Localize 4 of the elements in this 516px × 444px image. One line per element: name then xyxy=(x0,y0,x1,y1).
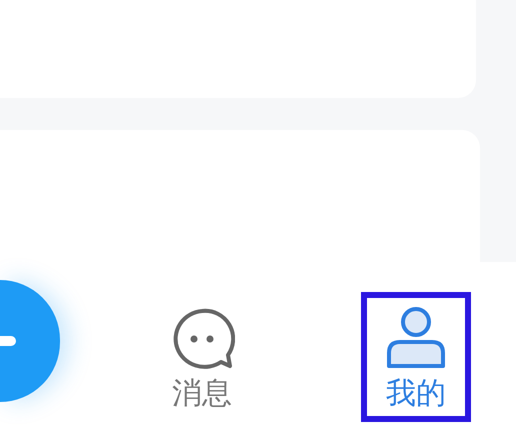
tab-button[interactable]: 我的 xyxy=(361,292,471,422)
person-icon xyxy=(385,306,447,370)
dash-icon xyxy=(0,336,16,346)
tab-button[interactable]: 消息 xyxy=(147,292,257,422)
